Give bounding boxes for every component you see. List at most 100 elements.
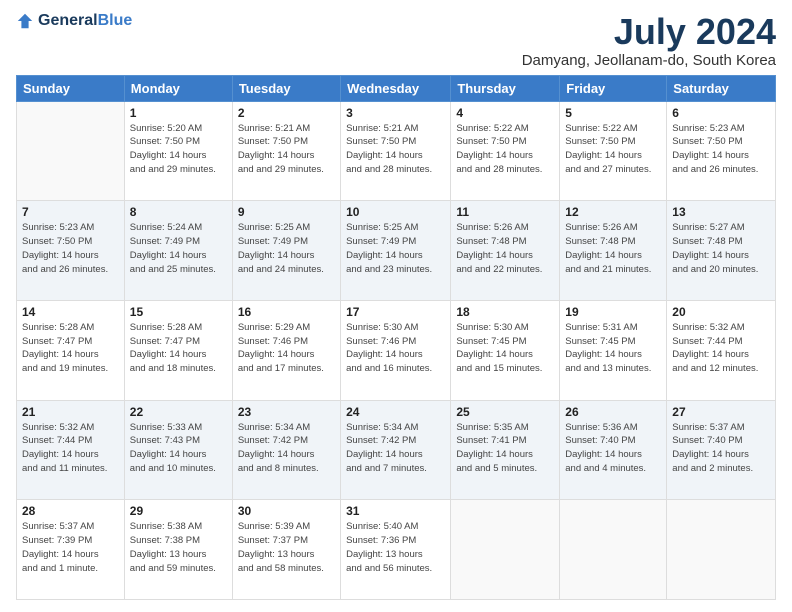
day-cell — [560, 500, 667, 600]
sunrise-text: Sunrise: 5:21 AM — [346, 123, 418, 134]
day-info: Sunrise: 5:34 AMSunset: 7:42 PMDaylight:… — [238, 421, 335, 476]
day-info: Sunrise: 5:32 AMSunset: 7:44 PMDaylight:… — [672, 321, 770, 376]
day-cell: 12Sunrise: 5:26 AMSunset: 7:48 PMDayligh… — [560, 201, 667, 301]
sunrise-text: Sunrise: 5:37 AM — [22, 521, 94, 532]
daylight-minutes: and and 15 minutes. — [456, 363, 542, 374]
daylight-hours: Daylight: 14 hours — [22, 449, 99, 460]
daylight-hours: Daylight: 14 hours — [346, 150, 423, 161]
day-info: Sunrise: 5:26 AMSunset: 7:48 PMDaylight:… — [456, 221, 554, 276]
day-info: Sunrise: 5:24 AMSunset: 7:49 PMDaylight:… — [130, 221, 227, 276]
daylight-minutes: and and 10 minutes. — [130, 463, 216, 474]
daylight-minutes: and and 28 minutes. — [456, 164, 542, 175]
day-info: Sunrise: 5:37 AMSunset: 7:40 PMDaylight:… — [672, 421, 770, 476]
daylight-minutes: and and 7 minutes. — [346, 463, 427, 474]
sunset-text: Sunset: 7:43 PM — [130, 435, 200, 446]
day-number: 13 — [672, 205, 770, 219]
day-number: 20 — [672, 305, 770, 319]
day-cell: 16Sunrise: 5:29 AMSunset: 7:46 PMDayligh… — [232, 300, 340, 400]
day-info: Sunrise: 5:34 AMSunset: 7:42 PMDaylight:… — [346, 421, 445, 476]
sunrise-text: Sunrise: 5:37 AM — [672, 422, 744, 433]
sunset-text: Sunset: 7:49 PM — [130, 236, 200, 247]
day-number: 14 — [22, 305, 119, 319]
sunset-text: Sunset: 7:48 PM — [672, 236, 742, 247]
day-cell: 20 Sunrise: 5:32 AMSunset: 7:44 PMDayligh… — [667, 300, 776, 400]
daylight-hours: Daylight: 14 hours — [130, 449, 207, 460]
calendar-week-2: 7Sunrise: 5:23 AMSunset: 7:50 PMDaylight… — [17, 201, 776, 301]
day-cell: 31Sunrise: 5:40 AMSunset: 7:36 PMDayligh… — [341, 500, 451, 600]
sunrise-text: Sunrise: 5:25 AM — [238, 222, 310, 233]
header-tuesday: Tuesday — [232, 75, 340, 101]
daylight-minutes: and and 16 minutes. — [346, 363, 432, 374]
sunset-text: Sunset: 7:47 PM — [22, 336, 92, 347]
day-number: 11 — [456, 205, 554, 219]
day-number: 22 — [130, 405, 227, 419]
day-info: Sunrise: 5:25 AMSunset: 7:49 PMDaylight:… — [346, 221, 445, 276]
day-number: 10 — [346, 205, 445, 219]
daylight-hours: Daylight: 14 hours — [456, 150, 533, 161]
sunrise-text: Sunrise: 5:39 AM — [238, 521, 310, 532]
day-number: 31 — [346, 504, 445, 518]
daylight-minutes: and and 18 minutes. — [130, 363, 216, 374]
sunrise-text: Sunrise: 5:30 AM — [456, 322, 528, 333]
day-info: Sunrise: 5:23 AMSunset: 7:50 PMDaylight:… — [22, 221, 119, 276]
day-cell: 27Sunrise: 5:37 AMSunset: 7:40 PMDayligh… — [667, 400, 776, 500]
day-number: 19 — [565, 305, 661, 319]
daylight-minutes: and and 1 minute. — [22, 563, 98, 574]
header-friday: Friday — [560, 75, 667, 101]
header: GeneralBlue July 2024 Damyang, Jeollanam… — [16, 12, 776, 69]
daylight-hours: Daylight: 14 hours — [22, 349, 99, 360]
sunset-text: Sunset: 7:40 PM — [565, 435, 635, 446]
sunrise-text: Sunrise: 5:33 AM — [130, 422, 202, 433]
title-section: July 2024 Damyang, Jeollanam-do, South K… — [522, 12, 776, 69]
daylight-hours: Daylight: 14 hours — [238, 449, 315, 460]
day-info: Sunrise: 5:38 AMSunset: 7:38 PMDaylight:… — [130, 520, 227, 575]
daylight-minutes: and and 12 minutes. — [672, 363, 758, 374]
sunrise-text: Sunrise: 5:24 AM — [130, 222, 202, 233]
sunrise-text: Sunrise: 5:31 AM — [565, 322, 637, 333]
day-cell: 8Sunrise: 5:24 AMSunset: 7:49 PMDaylight… — [124, 201, 232, 301]
daylight-minutes: and and 19 minutes. — [22, 363, 108, 374]
sunset-text: Sunset: 7:46 PM — [346, 336, 416, 347]
daylight-minutes: and and 29 minutes. — [130, 164, 216, 175]
day-info: Sunrise: 5:32 AMSunset: 7:44 PMDaylight:… — [22, 421, 119, 476]
daylight-minutes: and and 24 minutes. — [238, 264, 324, 275]
day-cell: 23Sunrise: 5:34 AMSunset: 7:42 PMDayligh… — [232, 400, 340, 500]
daylight-hours: Daylight: 14 hours — [238, 250, 315, 261]
sunrise-text: Sunrise: 5:26 AM — [565, 222, 637, 233]
day-info: Sunrise: 5:29 AM Sunset: 7:46 PM Daylight:… — [238, 321, 335, 376]
calendar-table: Sunday Monday Tuesday Wednesday Thursday… — [16, 75, 776, 600]
daylight-hours: Daylight: 14 hours — [22, 250, 99, 261]
day-cell: 15Sunrise: 5:28 AMSunset: 7:47 PMDayligh… — [124, 300, 232, 400]
sunrise-text: Sunrise: 5:29 AM — [238, 322, 310, 333]
header-wednesday: Wednesday — [341, 75, 451, 101]
daylight-hours: Daylight: 14 hours — [346, 349, 423, 360]
calendar-week-3: 14 Sunrise: 5:28 AM Sunset: 7:47 PM Dayligh… — [17, 300, 776, 400]
sunset-text: Sunset: 7:50 PM — [238, 136, 308, 147]
sunset-text: Sunset: 7:49 PM — [238, 236, 308, 247]
daylight-hours: Daylight: 14 hours — [22, 549, 99, 560]
sunset-text: Sunset: 7:50 PM — [456, 136, 526, 147]
sunset-text: Sunset: 7:46 PM — [238, 336, 308, 347]
day-cell — [17, 101, 125, 201]
sunrise-text: Sunrise: 5:32 AM — [22, 422, 94, 433]
daylight-hours: Daylight: 14 hours — [238, 349, 315, 360]
day-cell: 22 Sunrise: 5:33 AM Sunset: 7:43 PM Dayligh… — [124, 400, 232, 500]
day-info: Sunrise: 5:21 AMSunset: 7:50 PMDaylight:… — [346, 122, 445, 177]
day-info: Sunrise: 5:22 AMSunset: 7:50 PMDaylight:… — [565, 122, 661, 177]
sunset-text: Sunset: 7:50 PM — [672, 136, 742, 147]
day-cell: 3Sunrise: 5:21 AMSunset: 7:50 PMDaylight… — [341, 101, 451, 201]
day-number: 9 — [238, 205, 335, 219]
day-cell: 9 Sunrise: 5:25 AM Sunset: 7:49 PM Daylight… — [232, 201, 340, 301]
day-cell: 2Sunrise: 5:21 AMSunset: 7:50 PMDaylight… — [232, 101, 340, 201]
day-cell: 19Sunrise: 5:31 AMSunset: 7:45 PMDayligh… — [560, 300, 667, 400]
day-info: Sunrise: 5:20 AMSunset: 7:50 PMDaylight:… — [130, 122, 227, 177]
day-cell: 18Sunrise: 5:30 AMSunset: 7:45 PMDayligh… — [451, 300, 560, 400]
daylight-hours: Daylight: 14 hours — [346, 250, 423, 261]
daylight-minutes: and and 58 minutes. — [238, 563, 324, 574]
sunset-text: Sunset: 7:48 PM — [565, 236, 635, 247]
sunrise-text: Sunrise: 5:21 AM — [238, 123, 310, 134]
day-info: Sunrise: 5:27 AMSunset: 7:48 PMDaylight:… — [672, 221, 770, 276]
sunrise-text: Sunrise: 5:28 AM — [130, 322, 202, 333]
sunrise-text: Sunrise: 5:35 AM — [456, 422, 528, 433]
day-number: 29 — [130, 504, 227, 518]
